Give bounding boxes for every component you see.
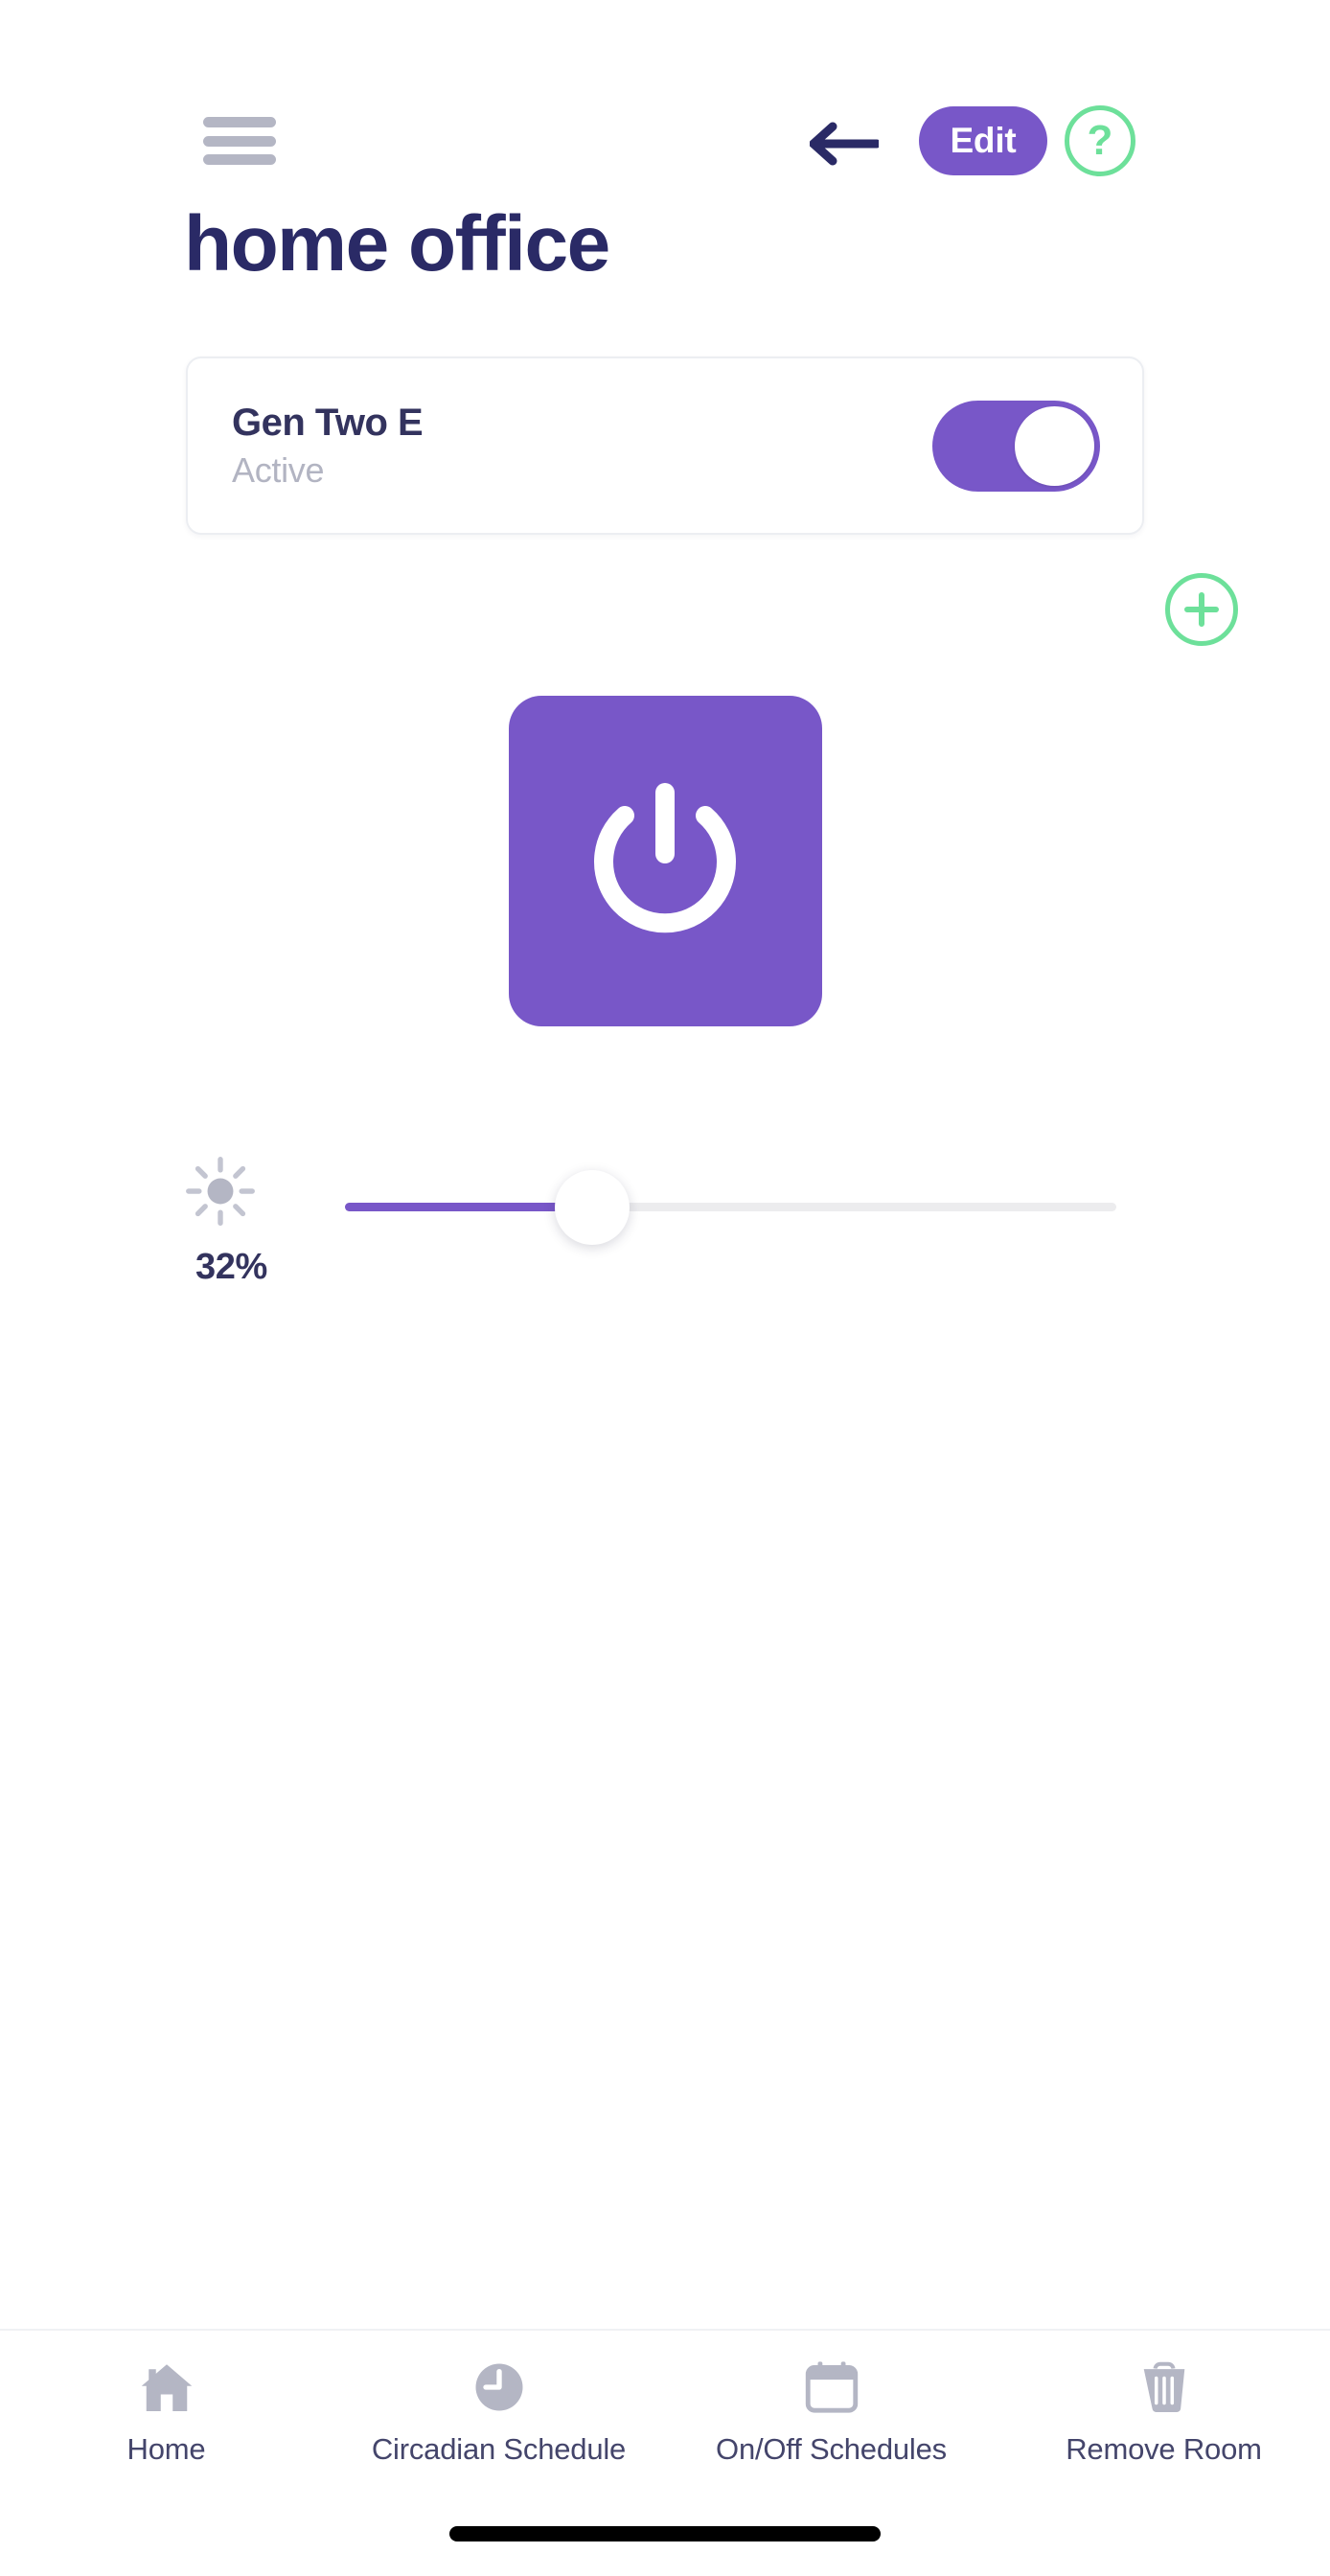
home-indicator-area <box>0 2492 1330 2576</box>
page-title: home office <box>184 200 610 288</box>
back-arrow-icon[interactable] <box>809 120 882 168</box>
toggle-knob <box>1015 405 1094 486</box>
app-header: Edit ? <box>0 0 1330 192</box>
nav-label: Home <box>126 2432 206 2466</box>
nav-item-home[interactable]: Home <box>0 2358 332 2467</box>
sun-glyph <box>186 1157 255 1226</box>
hamburger-menu-icon[interactable] <box>203 117 276 165</box>
brightness-sun-icon <box>184 1155 257 1228</box>
device-card[interactable]: Gen Two E Active <box>186 356 1144 535</box>
hamburger-line <box>203 135 276 147</box>
clock-glyph <box>475 2363 522 2411</box>
power-icon <box>594 782 736 932</box>
calendar-glyph <box>805 2361 858 2413</box>
bottom-navigation: Home Circadian Schedule On/Off Schedules… <box>0 2329 1330 2492</box>
trash-glyph <box>1143 2361 1184 2413</box>
trash-icon <box>1133 2358 1196 2417</box>
question-mark-icon: ? <box>1087 117 1113 164</box>
nav-label: Circadian Schedule <box>371 2432 627 2466</box>
home-icon <box>135 2358 198 2417</box>
power-button-container <box>0 646 1330 1026</box>
power-button[interactable] <box>508 696 822 1026</box>
hamburger-line <box>203 154 276 165</box>
brightness-slider[interactable] <box>345 1169 1116 1245</box>
nav-label: Remove Room <box>1066 2432 1262 2466</box>
hamburger-line <box>203 117 276 127</box>
plus-circle-icon <box>1184 592 1219 627</box>
device-name: Gen Two E <box>232 401 424 444</box>
add-device-row <box>0 535 1330 646</box>
calendar-icon <box>800 2358 863 2417</box>
nav-label: On/Off Schedules <box>716 2432 947 2466</box>
app-screen: Edit ? home office Gen Two E Active 32% … <box>0 0 1330 2576</box>
brightness-control: 32% <box>0 1155 1330 1366</box>
edit-button[interactable]: Edit <box>919 106 1047 175</box>
home-indicator <box>449 2526 881 2542</box>
back-arrow-glyph <box>809 122 882 166</box>
device-info: Gen Two E Active <box>232 401 424 491</box>
nav-item-on-off-schedules[interactable]: On/Off Schedules <box>665 2358 998 2467</box>
help-button[interactable]: ? <box>1065 105 1135 176</box>
brightness-value-label: 32% <box>195 1247 267 1287</box>
device-card-container: Gen Two E Active <box>0 297 1330 535</box>
nav-item-remove-room[interactable]: Remove Room <box>998 2358 1330 2467</box>
device-power-toggle[interactable] <box>932 400 1100 492</box>
nav-item-circadian-schedule[interactable]: Circadian Schedule <box>332 2358 665 2467</box>
clock-icon <box>468 2358 531 2417</box>
device-status: Active <box>232 449 325 490</box>
home-glyph <box>141 2364 192 2411</box>
slider-thumb[interactable] <box>554 1169 630 1245</box>
add-device-button[interactable] <box>1165 573 1238 646</box>
